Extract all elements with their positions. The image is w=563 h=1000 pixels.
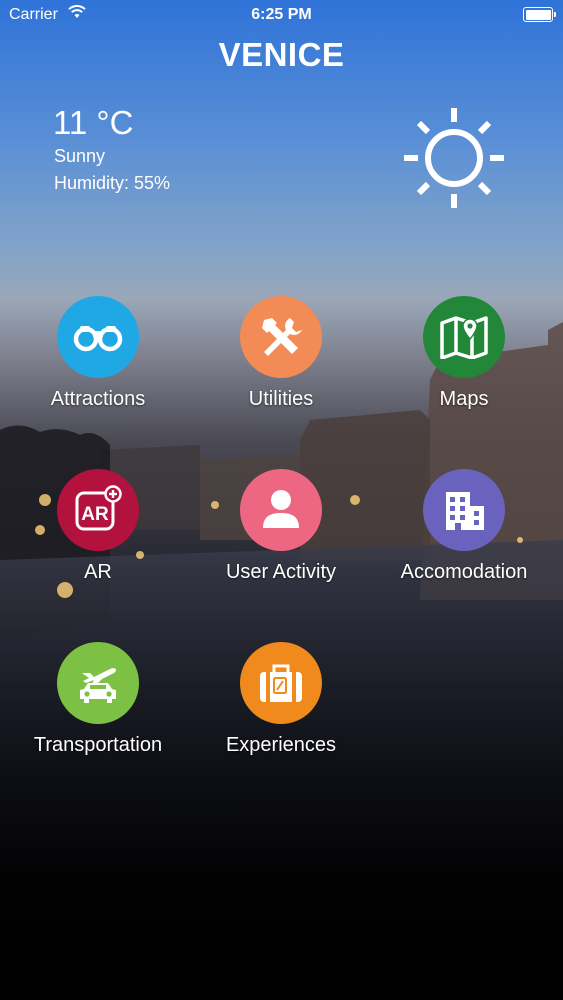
tools-icon	[240, 296, 322, 378]
ar-icon: AR	[57, 469, 139, 551]
building-icon	[423, 469, 505, 551]
sun-icon	[402, 106, 506, 210]
menu-maps[interactable]: Maps	[374, 296, 554, 411]
humidity: Humidity: 55%	[54, 173, 171, 193]
menu-attractions[interactable]: Attractions	[8, 296, 188, 411]
menu-label-user-activity: User Activity	[225, 561, 337, 583]
svg-text:AR: AR	[81, 504, 109, 525]
battery-icon	[523, 7, 556, 22]
menu-label-ar: AR	[84, 561, 112, 583]
menu-label-maps: Maps	[439, 388, 489, 410]
menu-user-activity[interactable]: User Activity	[191, 469, 371, 584]
status-bar: Carrier 6:25 PM	[0, 0, 563, 30]
menu-ar[interactable]: AR AR	[8, 469, 188, 584]
status-time: 6:25 PM	[251, 6, 312, 23]
weather-condition: Sunny	[54, 146, 106, 166]
menu-label-transportation: Transportation	[33, 734, 163, 756]
map-icon	[423, 296, 505, 378]
page-title: VENICE	[218, 36, 345, 73]
menu-experiences[interactable]: Experiences	[191, 642, 371, 757]
menu-utilities[interactable]: Utilities	[191, 296, 371, 411]
binoculars-icon	[57, 296, 139, 378]
menu-label-accomodation: Accomodation	[400, 561, 528, 583]
menu-label-experiences: Experiences	[225, 734, 337, 756]
user-icon	[240, 469, 322, 551]
suitcase-icon	[240, 642, 322, 724]
menu-label-attractions: Attractions	[50, 388, 146, 410]
menu-accomodation[interactable]: Accomodation	[374, 469, 554, 584]
plane-car-icon	[57, 642, 139, 724]
temperature: 11 °C	[53, 104, 134, 141]
menu-label-utilities: Utilities	[248, 388, 314, 410]
menu-transportation[interactable]: Transportation	[8, 642, 188, 757]
